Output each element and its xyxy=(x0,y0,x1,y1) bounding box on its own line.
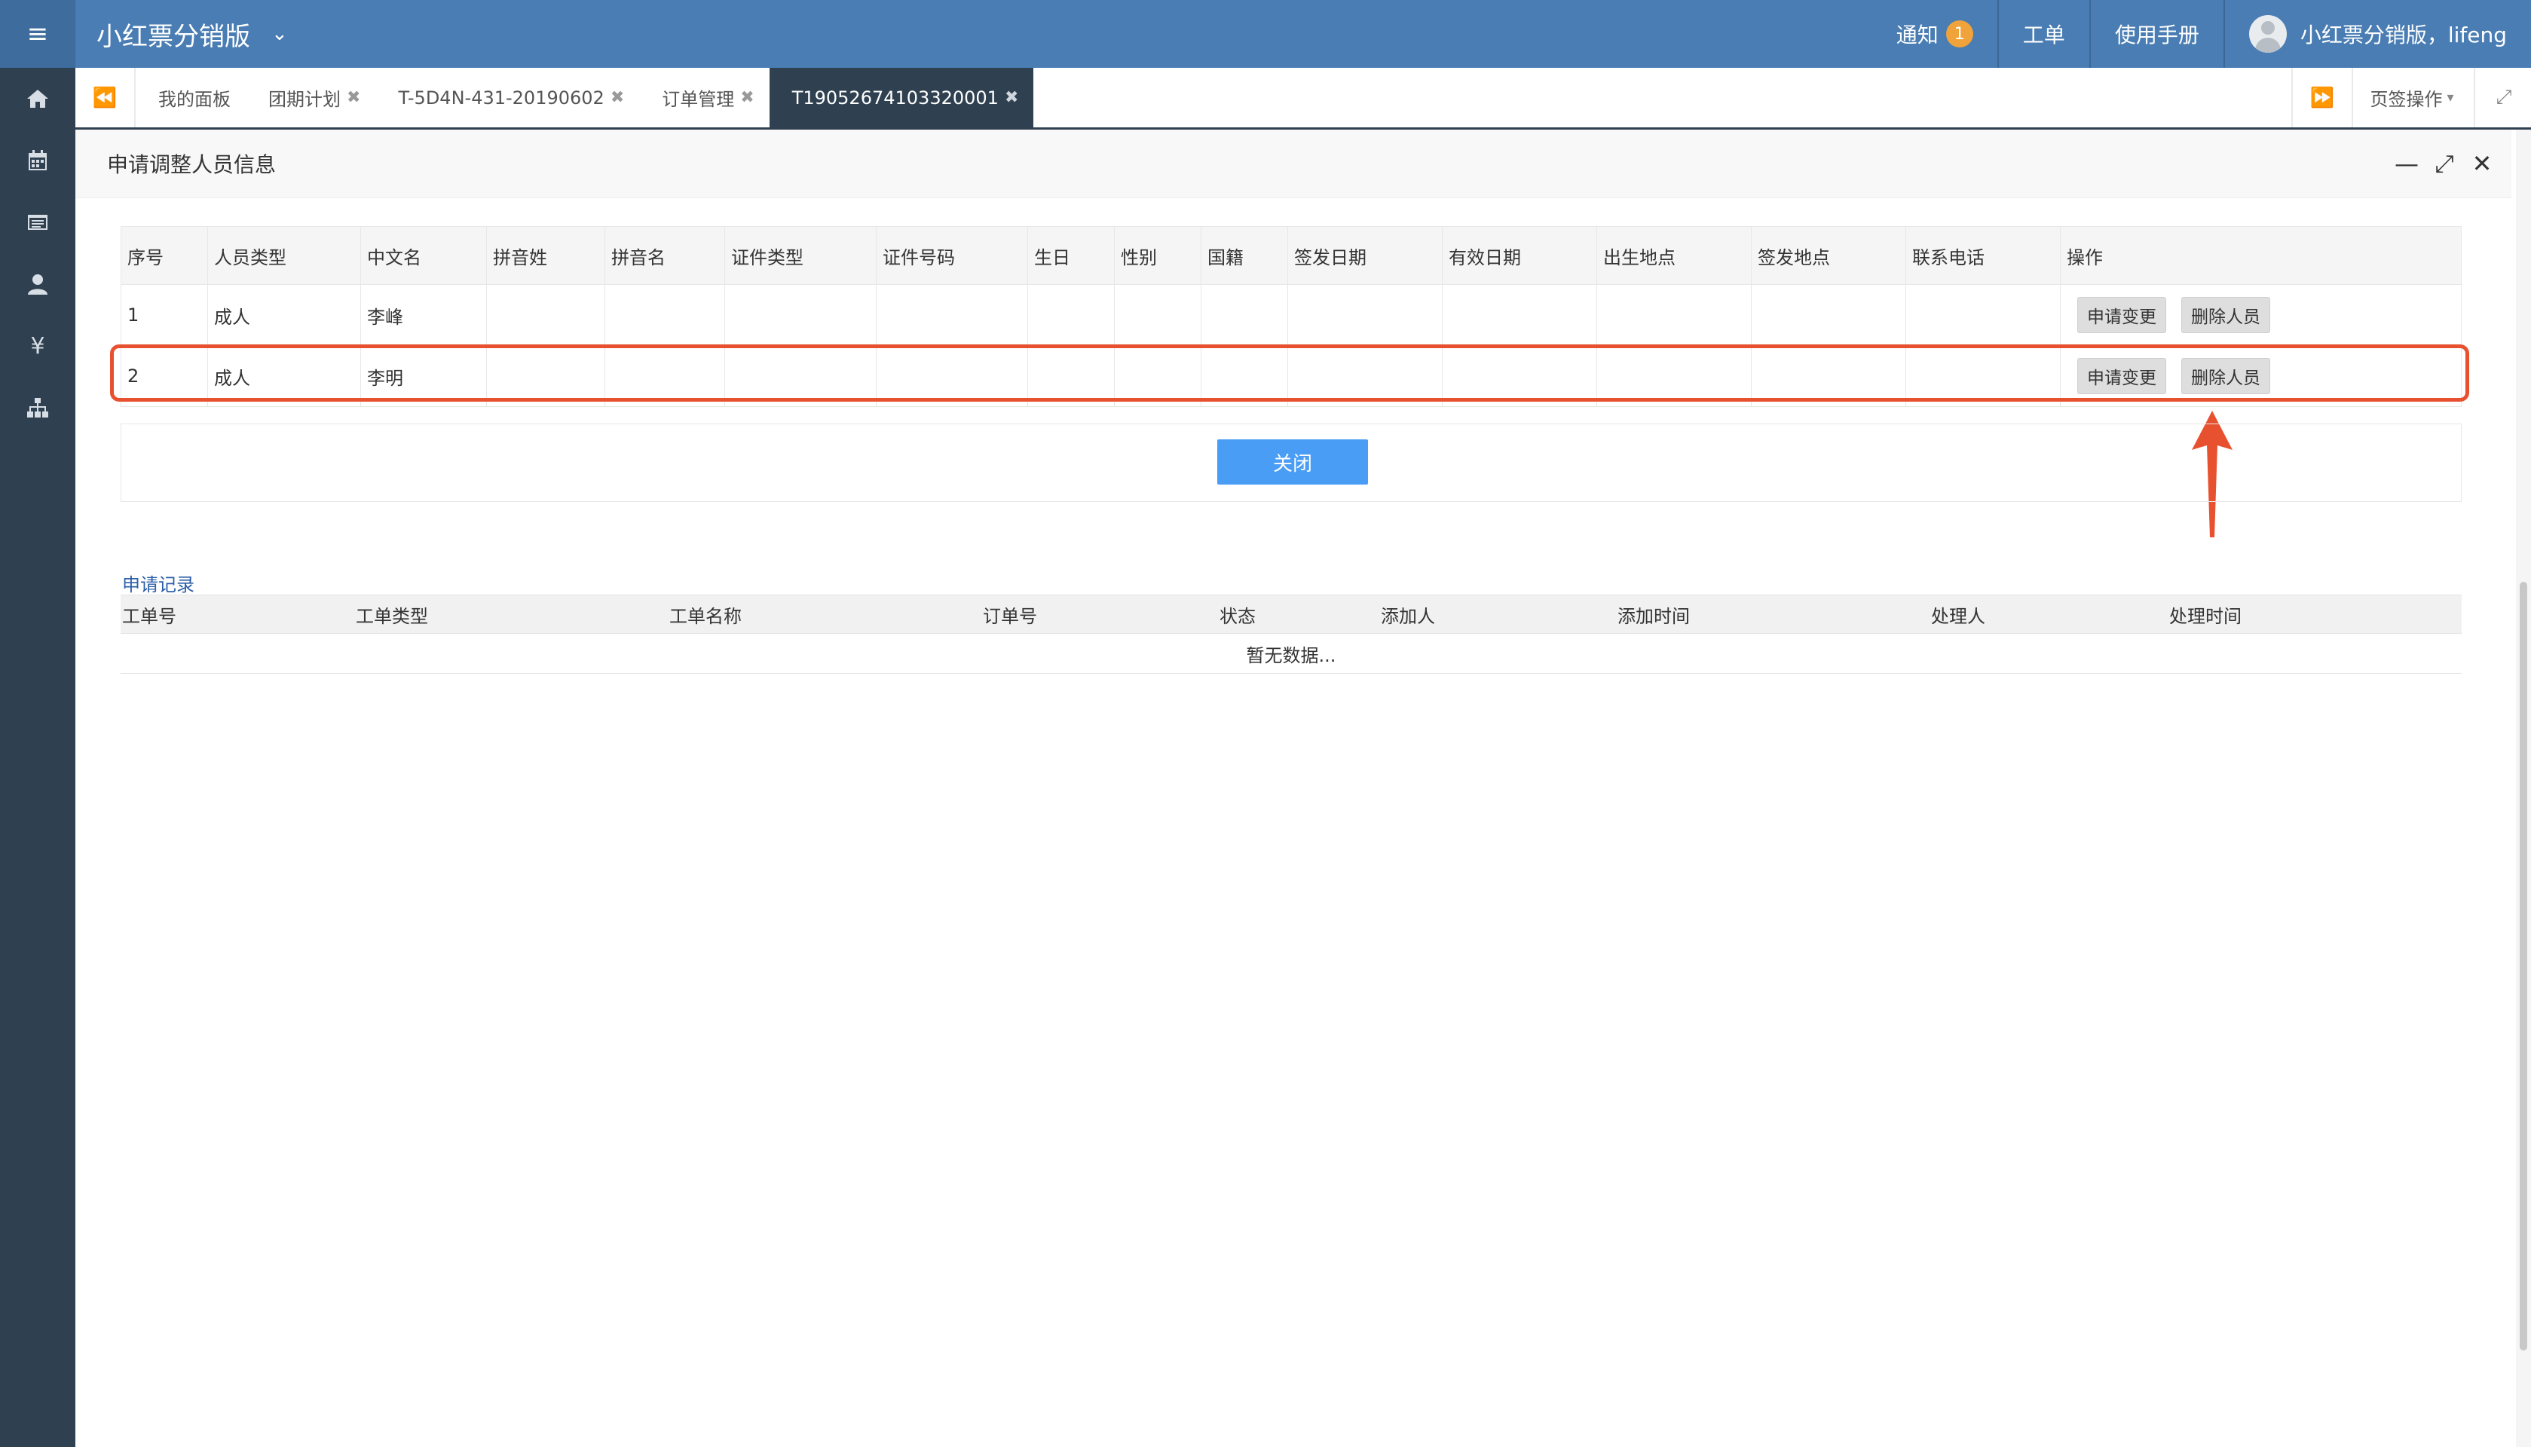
avatar xyxy=(2248,15,2287,53)
person-type: 成人 xyxy=(207,284,361,346)
close-icon[interactable]: ✕ xyxy=(2463,149,2501,178)
tab-list: 我的面板 团期计划 ✖ T-5D4N-431-20190602 ✖ 订单管理 ✖… xyxy=(136,68,1034,127)
column-header: 处理时间 xyxy=(2168,595,2462,634)
tab-order-management[interactable]: 订单管理 ✖ xyxy=(639,68,769,127)
notify-button[interactable]: 通知 1 xyxy=(1872,0,1997,68)
close-icon[interactable]: ✖ xyxy=(740,88,754,107)
column-header: 签发日期 xyxy=(1287,226,1443,285)
vertical-scrollbar[interactable] xyxy=(2516,130,2531,1447)
column-header: 性别 xyxy=(1114,226,1201,285)
caret-down-icon: ▾ xyxy=(2447,90,2454,106)
tab-ops-dropdown[interactable]: 页签操作 ▾ xyxy=(2352,68,2472,127)
menu-toggle-icon[interactable]: ≡ xyxy=(0,0,75,68)
column-header: 有效日期 xyxy=(1442,226,1597,285)
records-title: 申请记录 xyxy=(122,574,194,595)
user-label: 小红票分销版，lifeng xyxy=(2300,23,2507,47)
column-header: 状态 xyxy=(1218,595,1379,634)
column-header: 国籍 xyxy=(1201,226,1288,285)
row-highlight-annotation xyxy=(110,344,2469,402)
column-header: 订单号 xyxy=(981,595,1218,634)
tab-scroll-right-icon[interactable]: ⏩ xyxy=(2291,68,2353,127)
tab-label: 团期计划 xyxy=(268,89,341,110)
notify-count-badge: 1 xyxy=(1945,20,1973,47)
column-header: 序号 xyxy=(121,226,208,285)
records-table: 工单号 工单类型 工单名称 订单号 状态 添加人 添加时间 处理人 处理时间 暂… xyxy=(121,595,2462,674)
tab-group-plan[interactable]: 团期计划 ✖ xyxy=(246,68,375,127)
top-navbar: ≡ 小红票分销版 ⌄ 通知 1 工单 使用手册 小红票分销版，lifeng xyxy=(0,0,2531,68)
row-actions: 申请变更 删除人员 xyxy=(2060,284,2462,346)
column-header: 联系电话 xyxy=(1905,226,2061,285)
maximize-icon[interactable]: ⤢ xyxy=(2425,149,2463,179)
table-header-row: 工单号 工单类型 工单名称 订单号 状态 添加人 添加时间 处理人 处理时间 xyxy=(121,595,2462,634)
column-header: 证件号码 xyxy=(876,226,1028,285)
row-no: 1 xyxy=(121,284,208,346)
column-header: 证件类型 xyxy=(724,226,877,285)
close-icon[interactable]: ✖ xyxy=(611,88,624,107)
column-header: 人员类型 xyxy=(207,226,361,285)
column-header: 工单号 xyxy=(121,595,354,634)
table-row: 1 成人 李峰 申请变更 删除人员 xyxy=(121,284,2462,346)
tab-order-detail[interactable]: T19052674103320001 ✖ xyxy=(769,68,1034,127)
column-header: 工单名称 xyxy=(668,595,981,634)
delete-person-button[interactable]: 删除人员 xyxy=(2181,297,2270,333)
home-icon[interactable] xyxy=(0,68,75,130)
scrollbar-thumb[interactable] xyxy=(2520,582,2527,1350)
column-header: 处理人 xyxy=(1930,595,2168,634)
sitemap-icon[interactable] xyxy=(0,377,75,439)
brand-label: 小红票分销版 xyxy=(96,21,250,52)
minimize-icon[interactable]: — xyxy=(2388,149,2425,178)
tab-bar: ⏪ 我的面板 团期计划 ✖ T-5D4N-431-20190602 ✖ 订单管理… xyxy=(75,68,2531,130)
column-header: 生日 xyxy=(1027,226,1115,285)
chinese-name: 李峰 xyxy=(360,284,487,346)
manual-link[interactable]: 使用手册 xyxy=(2089,0,2223,68)
notify-label: 通知 xyxy=(1896,23,1939,47)
request-change-button[interactable]: 申请变更 xyxy=(2077,297,2166,333)
tab-dashboard[interactable]: 我的面板 xyxy=(136,68,246,127)
tab-tour-code[interactable]: T-5D4N-431-20190602 ✖ xyxy=(375,68,639,127)
yen-icon[interactable]: ¥ xyxy=(0,315,75,377)
close-button[interactable]: 关闭 xyxy=(1217,439,1368,485)
dialog-title: 申请调整人员信息 xyxy=(107,152,277,177)
close-icon[interactable]: ✖ xyxy=(1005,88,1018,107)
column-header: 拼音姓 xyxy=(486,226,605,285)
column-header: 拼音名 xyxy=(604,226,725,285)
column-header: 出生地点 xyxy=(1596,226,1752,285)
fullscreen-icon[interactable]: ⤢ xyxy=(2474,68,2531,127)
tab-scroll-left-icon[interactable]: ⏪ xyxy=(75,68,136,127)
list-icon[interactable] xyxy=(0,191,75,253)
tab-ops-label: 页签操作 xyxy=(2370,89,2443,110)
tab-label: T19052674103320001 xyxy=(791,87,999,109)
dialog-footer: 关闭 xyxy=(121,424,2462,502)
column-header: 操作 xyxy=(2060,226,2462,285)
user-menu[interactable]: 小红票分销版，lifeng xyxy=(2223,0,2531,68)
table-header-row: 序号 人员类型 中文名 拼音姓 拼音名 证件类型 证件号码 生日 性别 国籍 签… xyxy=(121,226,2462,285)
dialog-header: 申请调整人员信息 — ⤢ ✕ xyxy=(75,130,2511,198)
chevron-down-icon: ⌄ xyxy=(271,23,288,45)
empty-row: 暂无数据... xyxy=(121,633,2462,674)
tab-label: 订单管理 xyxy=(662,89,735,110)
tab-label: 我的面板 xyxy=(158,89,231,110)
user-icon[interactable] xyxy=(0,253,75,315)
column-header: 中文名 xyxy=(360,226,487,285)
sidebar: ¥ xyxy=(0,68,75,1447)
column-header: 添加人 xyxy=(1379,595,1616,634)
column-header: 添加时间 xyxy=(1616,595,1930,634)
ticket-link[interactable]: 工单 xyxy=(1997,0,2089,68)
tab-label: T-5D4N-431-20190602 xyxy=(398,87,604,109)
brand-switcher[interactable]: 小红票分销版 ⌄ xyxy=(96,0,288,68)
empty-text: 暂无数据... xyxy=(121,633,2462,674)
column-header: 工单类型 xyxy=(354,595,668,634)
calendar-icon[interactable] xyxy=(0,130,75,191)
close-icon[interactable]: ✖ xyxy=(347,88,360,107)
column-header: 签发地点 xyxy=(1751,226,1906,285)
